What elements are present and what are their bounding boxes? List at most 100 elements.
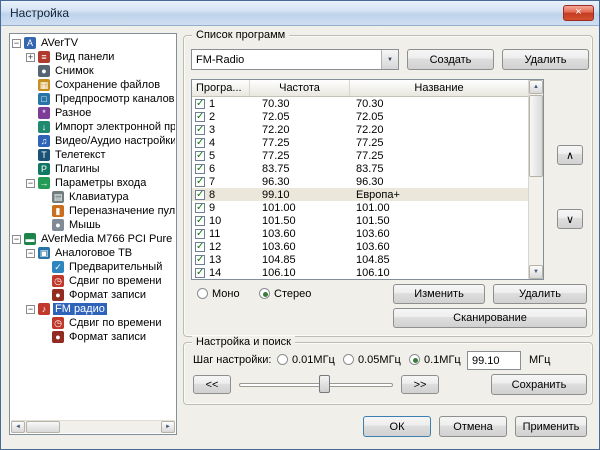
program-row[interactable]: 372.2072.20 <box>192 123 528 136</box>
save-button[interactable]: Сохранить <box>491 374 587 395</box>
program-checkbox[interactable] <box>195 99 205 109</box>
scroll-up-button[interactable]: ▲ <box>529 80 543 94</box>
panel-view-icon: ≡ <box>38 51 50 63</box>
program-name: 72.05 <box>350 111 528 123</box>
seek-back-button[interactable]: << <box>193 375 231 394</box>
preset-combo-value: FM-Radio <box>192 54 381 66</box>
table-vscrollbar[interactable]: ▲ ▼ <box>528 80 543 279</box>
ok-button[interactable]: ОК <box>363 416 431 437</box>
program-row[interactable]: 272.0572.05 <box>192 110 528 123</box>
collapse-icon[interactable]: − <box>26 179 35 188</box>
program-checkbox[interactable] <box>195 190 205 200</box>
tree-item-fm-radio[interactable]: −♪FM радио <box>11 302 175 316</box>
tree-item-channel-preview[interactable]: □Предпросмотр каналов <box>11 92 175 106</box>
tree-item-tv-recformat[interactable]: ●Формат записи <box>11 288 175 302</box>
program-row[interactable]: 12103.60103.60 <box>192 240 528 253</box>
collapse-icon[interactable]: − <box>12 39 21 48</box>
program-row[interactable]: 477.2577.25 <box>192 136 528 149</box>
col-program-header[interactable]: Програ... <box>192 80 250 96</box>
program-checkbox[interactable] <box>195 242 205 252</box>
collapse-icon[interactable]: − <box>26 249 35 258</box>
frequency-slider-thumb[interactable] <box>319 375 330 393</box>
tree-item-fm-recformat[interactable]: ●Формат записи <box>11 330 175 344</box>
delete-program-button[interactable]: Удалить <box>493 284 587 304</box>
mono-radio[interactable]: Моно <box>197 287 240 300</box>
program-checkbox[interactable] <box>195 125 205 135</box>
tree-hscrollbar[interactable]: ◄ ► <box>11 420 175 433</box>
preset-combo[interactable]: FM-Radio ▼ <box>191 49 399 70</box>
delete-preset-button[interactable]: Удалить <box>502 49 589 70</box>
tree-item-analog-tv[interactable]: −▣Аналоговое ТВ <box>11 246 175 260</box>
close-button[interactable]: × <box>563 5 594 21</box>
program-checkbox[interactable] <box>195 268 205 278</box>
frequency-slider-track[interactable] <box>239 383 393 387</box>
scroll-right-button[interactable]: ► <box>161 421 175 433</box>
combo-arrow-button[interactable]: ▼ <box>381 50 398 69</box>
tree-item-remote[interactable]: ▮Переназначение пульт... <box>11 204 175 218</box>
seek-forward-button[interactable]: >> <box>401 375 439 394</box>
col-name-header[interactable]: Название <box>350 80 528 96</box>
cancel-button[interactable]: Отмена <box>439 416 507 437</box>
tree-item-file-saving[interactable]: ▦Сохранение файлов <box>11 78 175 92</box>
col-frequency-header[interactable]: Частота <box>250 80 350 96</box>
move-up-button[interactable]: ∧ <box>557 145 583 165</box>
tree-item-plugins[interactable]: PПлагины <box>11 162 175 176</box>
tree-item-tv-timeshift[interactable]: ◷Сдвиг по времени <box>11 274 175 288</box>
program-row[interactable]: 13104.85104.85 <box>192 253 528 266</box>
program-table-body: 170.3070.30272.0572.05372.2072.20477.257… <box>192 97 528 279</box>
step-radio-01[interactable]: 0.1МГц <box>409 353 461 366</box>
program-checkbox[interactable] <box>195 151 205 161</box>
move-down-button[interactable]: ∨ <box>557 209 583 229</box>
tree-item-snapshot[interactable]: ●Снимок <box>11 64 175 78</box>
vscroll-thumb[interactable] <box>529 95 543 177</box>
tree-item-device[interactable]: −▬AVerMedia M766 PCI Pure A... <box>11 232 175 246</box>
tree-item-teletext[interactable]: TТелетекст <box>11 148 175 162</box>
collapse-icon[interactable]: − <box>26 305 35 314</box>
tree-item-label: Телетекст <box>53 149 108 161</box>
tree-item-fm-timeshift[interactable]: ◷Сдвиг по времени <box>11 316 175 330</box>
tree-item-input-params[interactable]: −→Параметры входа <box>11 176 175 190</box>
tree-item-misc[interactable]: *Разное <box>11 106 175 120</box>
program-checkbox[interactable] <box>195 112 205 122</box>
program-row[interactable]: 9101.00101.00 <box>192 201 528 214</box>
tree-item-keyboard[interactable]: ▤Клавиатура <box>11 190 175 204</box>
program-row[interactable]: 10101.50101.50 <box>192 214 528 227</box>
tree-item-panel-view[interactable]: +≡Вид панели <box>11 50 175 64</box>
program-checkbox[interactable] <box>195 255 205 265</box>
expand-icon[interactable]: + <box>26 53 35 62</box>
program-row[interactable]: 577.2577.25 <box>192 149 528 162</box>
program-row[interactable]: 14106.10106.10 <box>192 266 528 279</box>
tree-item-mouse[interactable]: ●Мышь <box>11 218 175 232</box>
program-row[interactable]: 11103.60103.60 <box>192 227 528 240</box>
program-checkbox[interactable] <box>195 138 205 148</box>
apply-button[interactable]: Применить <box>515 416 587 437</box>
up-chevron-icon: ∧ <box>566 149 574 162</box>
tree-item-avertv[interactable]: −AAVerTV <box>11 36 175 50</box>
frequency-input[interactable] <box>467 351 521 370</box>
tree-item-tv-preview[interactable]: ✓Предварительный <box>11 260 175 274</box>
stereo-radio[interactable]: Стерео <box>259 287 311 300</box>
program-row[interactable]: 796.3096.30 <box>192 175 528 188</box>
titlebar[interactable]: Настройка × <box>1 1 599 26</box>
program-checkbox[interactable] <box>195 216 205 226</box>
program-row[interactable]: 899.10Европа+ <box>192 188 528 201</box>
program-checkbox[interactable] <box>195 203 205 213</box>
program-checkbox[interactable] <box>195 177 205 187</box>
scroll-down-button[interactable]: ▼ <box>529 265 543 279</box>
step-radio-001[interactable]: 0.01МГц <box>277 353 335 366</box>
program-row[interactable]: 170.3070.30 <box>192 97 528 110</box>
scroll-left-button[interactable]: ◄ <box>11 421 25 433</box>
create-button[interactable]: Создать <box>407 49 494 70</box>
tree-item-epg-import[interactable]: ↓Импорт электронной прог... <box>11 120 175 134</box>
program-checkbox[interactable] <box>195 164 205 174</box>
program-frequency: 103.60 <box>250 241 350 253</box>
scan-button[interactable]: Сканирование <box>393 308 587 328</box>
hscroll-thumb[interactable] <box>26 421 60 433</box>
collapse-icon[interactable]: − <box>12 235 21 244</box>
program-row[interactable]: 683.7583.75 <box>192 162 528 175</box>
tree-item-av-settings[interactable]: ♫Видео/Аудио настройки <box>11 134 175 148</box>
edit-button[interactable]: Изменить <box>393 284 485 304</box>
step-radio-005[interactable]: 0.05МГц <box>343 353 401 366</box>
tree-item-label: Предварительный <box>67 261 164 273</box>
program-checkbox[interactable] <box>195 229 205 239</box>
